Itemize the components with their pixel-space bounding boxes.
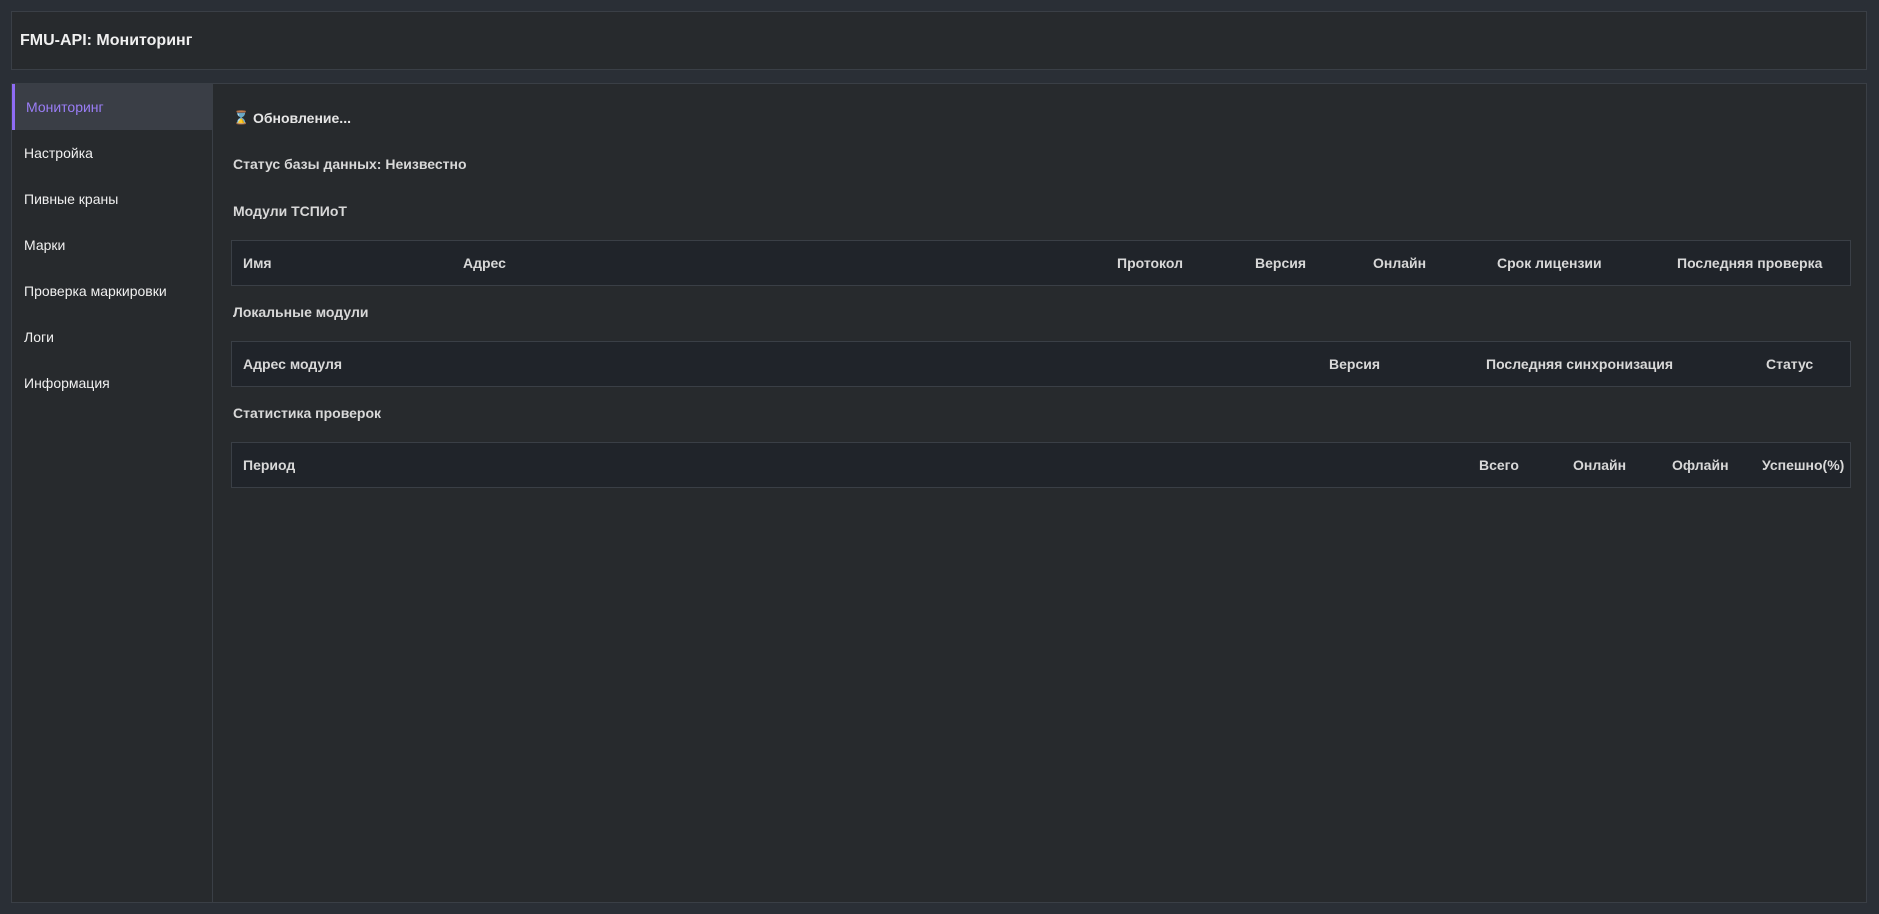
column-header[interactable]: Последняя проверка <box>1677 241 1822 285</box>
column-header[interactable]: Статус <box>1766 342 1813 386</box>
tspiot-table-header: Имя Адрес Протокол Версия Онлайн Срок ли… <box>231 240 1851 286</box>
local-modules-table-header: Адрес модуля Версия Последняя синхрониза… <box>231 341 1851 387</box>
sidebar-item-label: Пивные краны <box>24 191 119 207</box>
column-header[interactable]: Версия <box>1255 241 1306 285</box>
sidebar-item-label: Информация <box>24 375 110 391</box>
column-header[interactable]: Адрес <box>463 241 506 285</box>
sidebar: Мониторинг Настройка Пивные краны Марки … <box>12 84 213 902</box>
sidebar-item-label: Настройка <box>24 145 93 161</box>
column-header[interactable]: Офлайн <box>1672 443 1729 487</box>
column-header[interactable]: Последняя синхронизация <box>1486 342 1673 386</box>
app-header: FMU-API: Мониторинг <box>11 11 1867 70</box>
sidebar-item-label: Марки <box>24 237 66 253</box>
content-frame: Мониторинг Настройка Пивные краны Марки … <box>11 83 1867 903</box>
db-status: Статус базы данных: Неизвестно <box>233 156 467 172</box>
column-header[interactable]: Имя <box>243 241 272 285</box>
sidebar-item-settings[interactable]: Настройка <box>12 130 212 176</box>
tspiot-section-title: Модули ТСПИоТ <box>233 203 347 219</box>
sidebar-item-marks[interactable]: Марки <box>12 222 212 268</box>
column-header[interactable]: Успешно(%) <box>1762 443 1844 487</box>
column-header[interactable]: Протокол <box>1117 241 1183 285</box>
check-stats-table-header: Период Всего Онлайн Офлайн Успешно(%) <box>231 442 1851 488</box>
check-stats-section-title: Статистика проверок <box>233 405 382 421</box>
sidebar-item-label: Проверка маркировки <box>24 283 167 299</box>
main-content: ⌛ Обновление... Статус базы данных: Неиз… <box>213 84 1866 902</box>
sidebar-item-label: Логи <box>24 329 54 345</box>
column-header[interactable]: Всего <box>1479 443 1519 487</box>
hourglass-icon: ⌛ <box>233 110 250 125</box>
app-window: FMU-API: Мониторинг Мониторинг Настройка… <box>0 0 1879 914</box>
column-header[interactable]: Адрес модуля <box>243 342 342 386</box>
sidebar-item-beer-taps[interactable]: Пивные краны <box>12 176 212 222</box>
sidebar-item-label: Мониторинг <box>26 99 104 115</box>
column-header[interactable]: Онлайн <box>1373 241 1426 285</box>
local-modules-section-title: Локальные модули <box>233 304 369 320</box>
column-header[interactable]: Срок лицензии <box>1497 241 1602 285</box>
sidebar-item-logs[interactable]: Логи <box>12 314 212 360</box>
column-header[interactable]: Версия <box>1329 342 1380 386</box>
refresh-text: Обновление... <box>253 110 351 126</box>
page-title: FMU-API: Мониторинг <box>20 31 193 49</box>
sidebar-item-info[interactable]: Информация <box>12 360 212 406</box>
column-header[interactable]: Онлайн <box>1573 443 1626 487</box>
sidebar-item-marking-check[interactable]: Проверка маркировки <box>12 268 212 314</box>
sidebar-item-monitoring[interactable]: Мониторинг <box>12 84 212 130</box>
refresh-status: ⌛ Обновление... <box>233 110 351 126</box>
column-header[interactable]: Период <box>243 443 295 487</box>
